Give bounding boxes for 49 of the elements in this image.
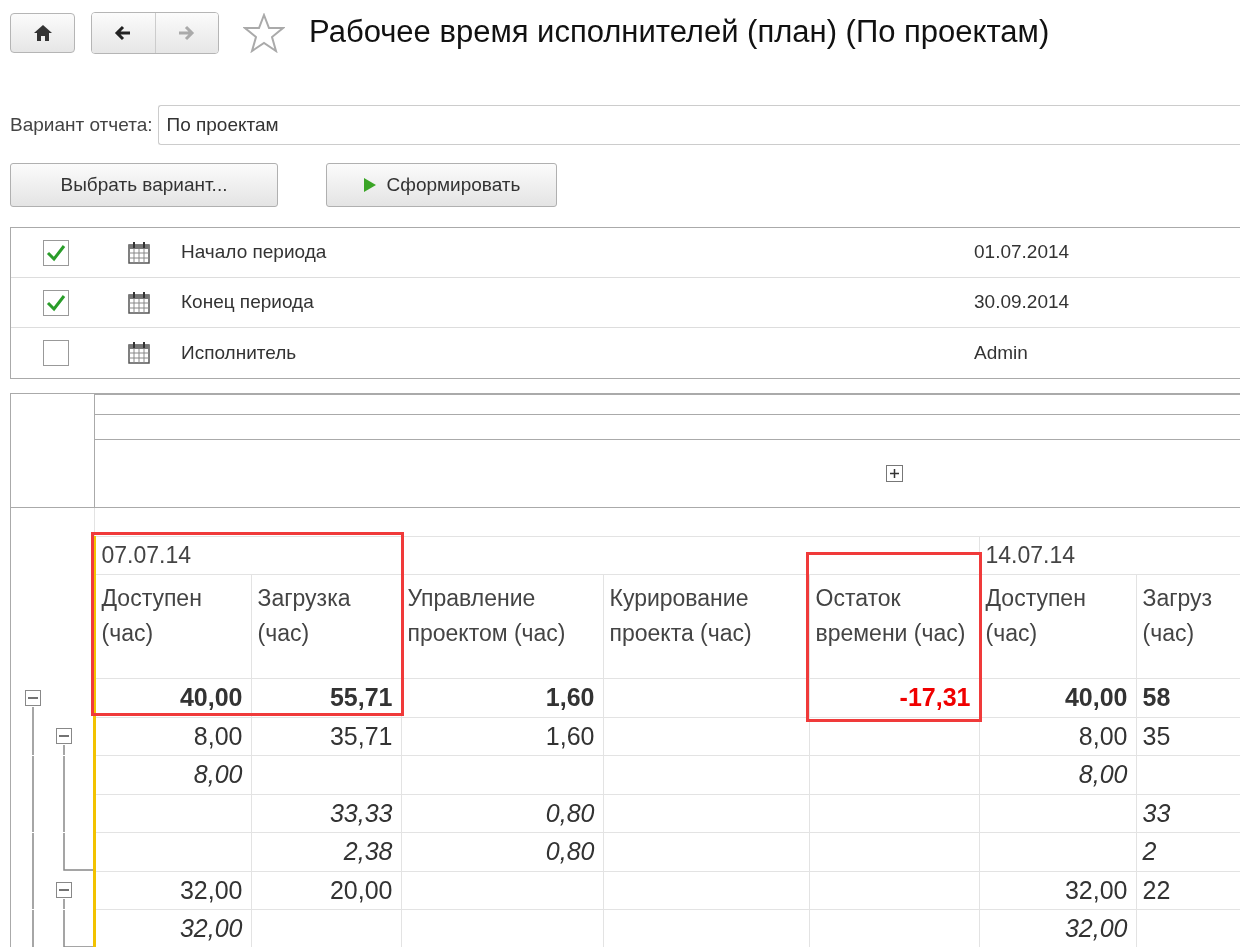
table-cell: 1,60: [401, 717, 603, 756]
calendar-icon: [127, 240, 151, 265]
parameter-value: 30.09.2014: [974, 290, 1070, 315]
table-cell: 33,33: [251, 794, 401, 833]
table-cell: 0,80: [401, 794, 603, 833]
column-header: Управление проектом (час): [401, 574, 603, 679]
table-cell: 8,00: [979, 755, 1136, 794]
collapse-toggle[interactable]: [56, 882, 72, 898]
plus-icon: [888, 467, 900, 479]
generate-button[interactable]: Сформировать: [326, 163, 557, 207]
checkbox[interactable]: [43, 239, 69, 266]
parameter-label: Начало периода: [181, 240, 328, 265]
checkbox[interactable]: [43, 289, 69, 316]
collapse-toggle[interactable]: [25, 689, 41, 706]
table-cell: 35,71: [251, 717, 401, 756]
table-cell: 20,00: [251, 871, 401, 910]
calendar-icon: [127, 341, 151, 365]
play-icon: [362, 177, 377, 193]
home-icon: [32, 23, 53, 42]
table-cell: 40,00: [979, 678, 1136, 717]
parameter-label: Исполнитель: [181, 340, 298, 365]
collapse-toggle[interactable]: [56, 728, 72, 744]
table-cell: 32,00: [979, 871, 1136, 910]
table-cell: 32,00: [94, 909, 251, 947]
checkmark-icon: [46, 243, 66, 262]
table-cell: 8,00: [94, 717, 251, 756]
field-label: Вариант отчета:: [10, 112, 153, 137]
calendar-icon: [127, 290, 151, 315]
expand-toggle[interactable]: [885, 464, 903, 482]
back-button[interactable]: [92, 12, 155, 53]
home-button[interactable]: [10, 12, 75, 53]
table-cell: 8,00: [94, 755, 251, 794]
column-header: Доступен (час): [979, 574, 1136, 679]
checkbox[interactable]: [43, 340, 69, 366]
parameter-label: Конец периода: [181, 290, 315, 315]
checkmark-icon: [46, 293, 66, 312]
select-variant-button[interactable]: Выбрать вариант...: [10, 163, 278, 207]
star-icon[interactable]: [243, 12, 285, 53]
table-cell: 2,38: [251, 832, 401, 871]
table-cell: 8,00: [979, 717, 1136, 756]
table-cell: 40,00: [94, 678, 251, 717]
column-header: Курирование проекта (час): [603, 574, 809, 679]
page-title: Рабочее время исполнителей (план) (По проектам): [309, 13, 1050, 52]
table-cell: 32,00: [94, 871, 251, 910]
table-cell: 0,80: [401, 832, 603, 871]
parameter-value: 01.07.2014: [974, 240, 1070, 265]
table-cell: 1,60: [401, 678, 603, 717]
report-variant-field[interactable]: По проектам: [158, 105, 1240, 145]
parameter-value: Admin: [974, 340, 1028, 365]
